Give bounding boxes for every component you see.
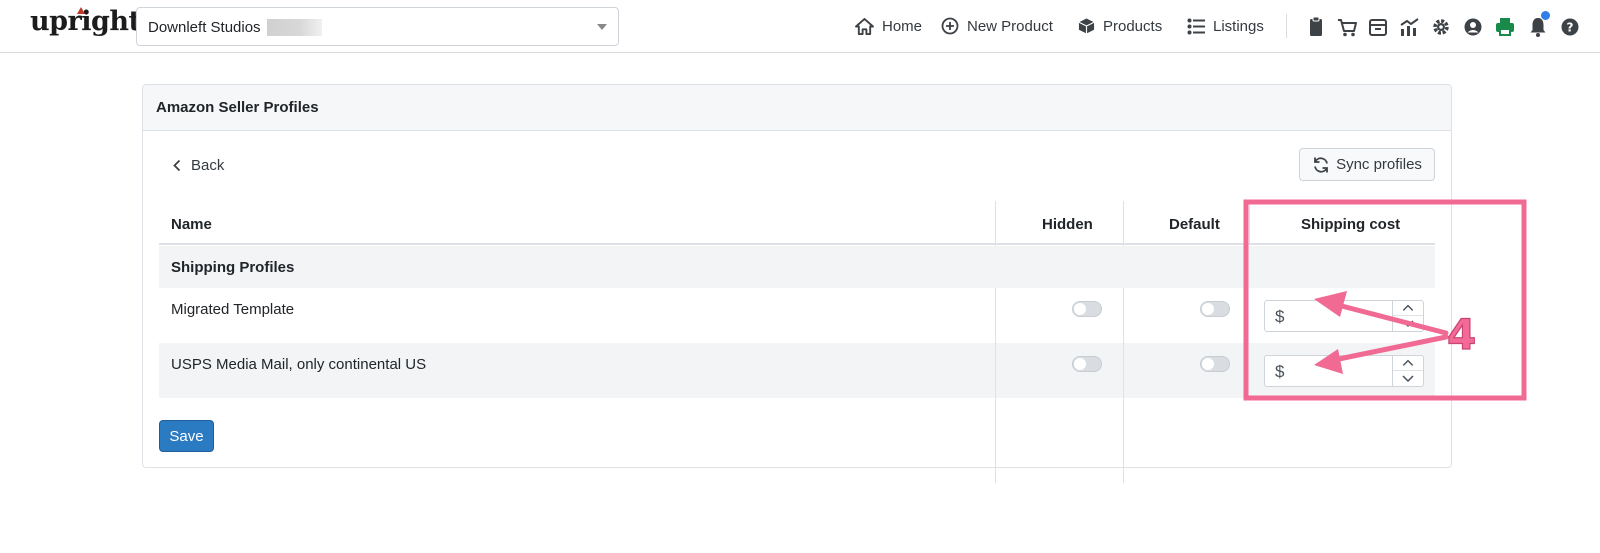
- sync-icon: [1314, 156, 1328, 173]
- shipping-cost-input[interactable]: $: [1264, 355, 1424, 387]
- chevron-left-icon: [173, 159, 181, 172]
- group-row-shipping-profiles: Shipping Profiles: [159, 246, 1435, 288]
- default-toggle[interactable]: [1200, 356, 1230, 372]
- column-header-name: Name: [171, 216, 212, 233]
- notification-dot: [1541, 11, 1550, 20]
- redacted-text: [267, 19, 322, 36]
- plus-circle-icon: [941, 17, 959, 35]
- printer-icon[interactable]: [1494, 16, 1516, 38]
- quantity-stepper[interactable]: [1392, 301, 1423, 331]
- profile-name: Migrated Template: [171, 301, 295, 318]
- chevron-up-icon[interactable]: [1393, 356, 1423, 371]
- help-icon[interactable]: ?: [1559, 16, 1581, 38]
- chevron-down-icon[interactable]: [1393, 316, 1423, 331]
- column-header-shipping-cost: Shipping cost: [1301, 216, 1401, 233]
- nav-listings-label: Listings: [1213, 17, 1264, 35]
- hidden-toggle[interactable]: [1072, 356, 1102, 372]
- nav-listings-link[interactable]: Listings: [1187, 15, 1264, 37]
- currency-symbol: $: [1275, 307, 1285, 326]
- list-icon: [1187, 18, 1205, 34]
- default-toggle[interactable]: [1200, 301, 1230, 317]
- clipboard-icon[interactable]: [1305, 16, 1327, 38]
- table-header: Name Hidden Default Shipping cost: [159, 201, 1435, 245]
- top-navbar: upright Downleft Studios Home New Produc…: [0, 0, 1600, 53]
- card-header: Amazon Seller Profiles: [143, 85, 1451, 131]
- table-row: Migrated Template: [159, 288, 1435, 343]
- currency-symbol: $: [1275, 362, 1285, 381]
- profile-name: USPS Media Mail, only continental US: [171, 356, 427, 373]
- column-divider: [1249, 201, 1250, 245]
- box-icon: [1078, 18, 1095, 34]
- nav-new-product-link[interactable]: New Product: [941, 15, 1053, 37]
- shipping-cost-input[interactable]: $: [1264, 300, 1424, 332]
- back-label: Back: [191, 157, 225, 174]
- back-link[interactable]: Back: [173, 157, 224, 174]
- store-select-value: Downleft Studios: [148, 19, 261, 36]
- card-title: Amazon Seller Profiles: [156, 99, 319, 116]
- annotation-step-label: 4: [1446, 309, 1477, 359]
- chevron-up-icon[interactable]: [1393, 301, 1423, 316]
- seller-profiles-card: Amazon Seller Profiles Back Sync profile…: [142, 84, 1452, 483]
- chart-icon[interactable]: [1398, 16, 1420, 38]
- gear-icon[interactable]: [1430, 16, 1452, 38]
- sync-profiles-button[interactable]: Sync profiles: [1299, 148, 1435, 181]
- home-icon: [855, 17, 874, 35]
- save-button[interactable]: Save: [159, 420, 214, 452]
- chevron-down-icon[interactable]: [1393, 371, 1423, 386]
- store-icon[interactable]: [1367, 16, 1389, 38]
- nav-products-link[interactable]: Products: [1078, 15, 1162, 37]
- group-label: Shipping Profiles: [171, 259, 295, 276]
- column-divider: [995, 288, 996, 398]
- nav-home-label: Home: [882, 17, 923, 35]
- column-divider: [1123, 288, 1124, 398]
- nav-new-product-label: New Product: [967, 17, 1053, 35]
- table-row: USPS Media Mail, only continental US: [159, 343, 1435, 398]
- nav-divider: [1286, 14, 1287, 38]
- svg-text:?: ?: [1567, 21, 1574, 35]
- store-select[interactable]: Downleft Studios: [136, 7, 619, 46]
- cart-icon[interactable]: [1336, 16, 1358, 38]
- quantity-stepper[interactable]: [1392, 356, 1423, 386]
- column-header-default: Default: [1169, 216, 1220, 233]
- user-circle-icon[interactable]: [1462, 16, 1484, 38]
- sync-profiles-label: Sync profiles: [1336, 156, 1422, 173]
- nav-products-label: Products: [1103, 17, 1163, 35]
- logo-accent: [77, 7, 85, 14]
- upright-logo[interactable]: upright: [30, 6, 141, 37]
- column-header-hidden: Hidden: [1042, 216, 1093, 233]
- chevron-down-icon: [597, 24, 607, 30]
- hidden-toggle[interactable]: [1072, 301, 1102, 317]
- nav-home-link[interactable]: Home: [855, 15, 922, 37]
